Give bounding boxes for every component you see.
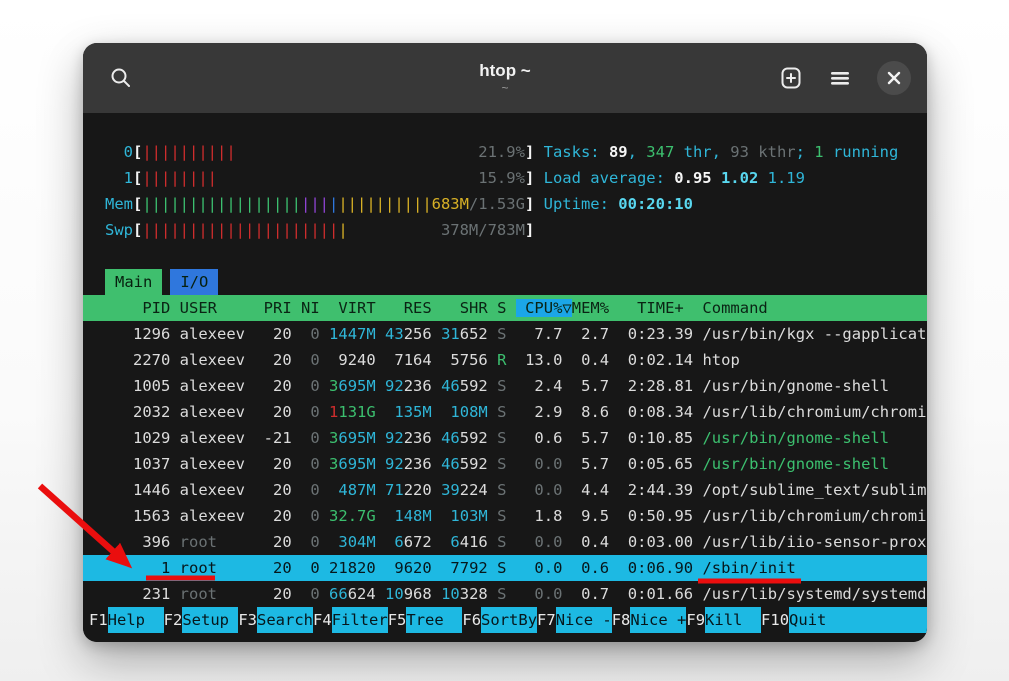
fkey-f6-sortby[interactable]: F6SortBy <box>462 607 537 633</box>
console-window: htop ~ ~ <box>83 43 927 642</box>
new-tab-icon <box>779 66 803 90</box>
titlebar: htop ~ ~ <box>83 43 927 113</box>
column-cpu-sort[interactable]: CPU%▽ <box>516 299 572 317</box>
uptime: Uptime: 00:20:10 <box>544 195 693 213</box>
fkey-f8-nice[interactable]: F8Nice + <box>612 607 687 633</box>
new-tab-button[interactable] <box>779 66 803 90</box>
process-table-header[interactable]: PID USER PRI NI VIRT RES SHR S CPU%▽MEM%… <box>83 295 927 321</box>
meter-0: 0[||||||||||21.9%] Tasks: 89, 347 thr, 9… <box>105 139 927 165</box>
fkey-f9-kill[interactable]: F9Kill <box>686 607 761 633</box>
meter-1: 1[||||||||15.9%] Load average: 0.95 1.02… <box>105 165 927 191</box>
process-row[interactable]: 2032 alexeev 20 0 1131G 135M 108M S 2.9 … <box>105 399 927 425</box>
process-row[interactable]: 231 root 20 0 66624 10968 10328 S 0.0 0.… <box>105 581 927 607</box>
process-row[interactable]: 1296 alexeev 20 0 1447M 43256 31652 S 7.… <box>105 321 927 347</box>
meter-mem: Mem[|||||||||||||||||||||||||||||||683M/… <box>105 191 927 217</box>
screen-tabs: Main I/O <box>105 269 927 295</box>
terminal: 0[||||||||||21.9%] Tasks: 89, 347 thr, 9… <box>83 113 927 642</box>
meter-bars: |||||||||||||||||||||||||||||||683M/1.53… <box>142 191 525 217</box>
fkey-f7-nice[interactable]: F7Nice - <box>537 607 612 633</box>
meter-bars: ||||||||||||||||||||||378M/783M <box>142 217 525 243</box>
process-row[interactable]: 396 root 20 0 304M 6672 6416 S 0.0 0.4 0… <box>105 529 927 555</box>
process-row[interactable]: 1037 alexeev 20 0 3695M 92236 46592 S 0.… <box>105 451 927 477</box>
meter-bars: ||||||||||21.9% <box>142 139 525 165</box>
process-row[interactable]: 1563 alexeev 20 0 32.7G 148M 103M S 1.8 … <box>105 503 927 529</box>
close-icon <box>887 71 901 85</box>
spacer-line <box>105 243 927 269</box>
function-key-bar: F1Help F2Setup F3SearchF4FilterF5Tree F6… <box>83 607 927 633</box>
process-row[interactable]: 2270 alexeev 20 0 9240 7164 5756 R 13.0 … <box>105 347 927 373</box>
process-row-selected[interactable]: 1 root 20 0 21820 9620 7792 S 0.0 0.6 0:… <box>83 555 927 581</box>
fkey-f10-quit[interactable]: F10Quit <box>761 607 927 633</box>
fkey-f2-setup[interactable]: F2Setup <box>164 607 239 633</box>
process-row[interactable]: 1005 alexeev 20 0 3695M 92236 46592 S 2.… <box>105 373 927 399</box>
tab-io[interactable]: I/O <box>170 269 218 295</box>
window-title: htop ~ <box>479 62 530 79</box>
fkey-f5-tree[interactable]: F5Tree <box>388 607 463 633</box>
hamburger-icon <box>829 67 851 89</box>
fkey-f4-filter[interactable]: F4Filter <box>313 607 388 633</box>
fkey-f3-search[interactable]: F3Search <box>238 607 313 633</box>
fkey-f1-help[interactable]: F1Help <box>89 607 164 633</box>
close-button[interactable] <box>877 61 911 95</box>
window-subtitle: ~ <box>501 82 508 94</box>
menu-button[interactable] <box>829 67 851 89</box>
tab-main[interactable]: Main <box>105 269 162 295</box>
meter-swp: Swp[||||||||||||||||||||||378M/783M] <box>105 217 927 243</box>
search-icon[interactable] <box>109 66 133 90</box>
titlebar-buttons <box>779 61 927 95</box>
process-row[interactable]: 1029 alexeev -21 0 3695M 92236 46592 S 0… <box>105 425 927 451</box>
load-average: Load average: 0.95 1.02 1.19 <box>544 169 805 187</box>
tasks-summary: Tasks: 89, 347 thr, 93 kthr; 1 running <box>544 143 899 161</box>
process-row[interactable]: 1446 alexeev 20 0 487M 71220 39224 S 0.0… <box>105 477 927 503</box>
meter-bars: ||||||||15.9% <box>142 165 525 191</box>
